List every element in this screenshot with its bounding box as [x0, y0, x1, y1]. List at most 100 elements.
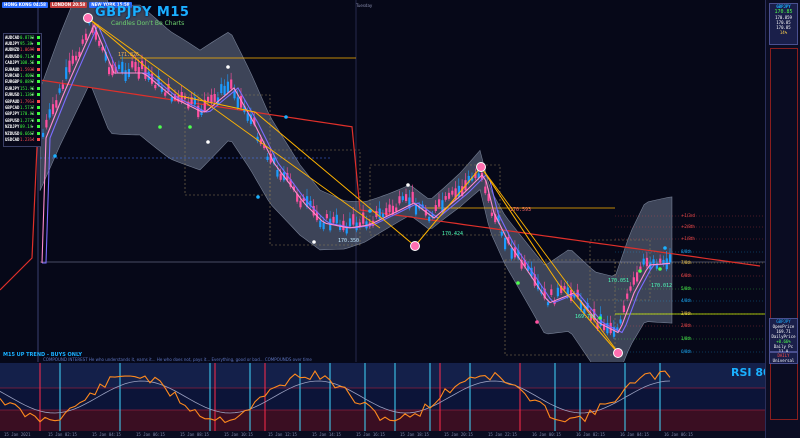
level-label: 5/8th [681, 286, 692, 291]
pair-row[interactable]: AUDNZD 1.0699- [4, 47, 41, 53]
candle [636, 272, 639, 282]
pair-row[interactable]: CADJPY 108.55 + [4, 60, 41, 66]
level-label: 2/8th [681, 323, 692, 328]
signal-dot [516, 281, 520, 285]
pair-status-icon [37, 93, 40, 97]
time-axis-label: 15 Jan 14:15 [312, 432, 341, 437]
level-label: 0/8th [681, 349, 692, 354]
candle [352, 214, 355, 225]
pair-name: GBPJPY [5, 111, 20, 117]
compound-quote: COMPOUND INTEREST He who understands it,… [43, 357, 312, 362]
candle [213, 94, 216, 102]
candle [385, 208, 388, 216]
pair-row[interactable]: EURGBP 0.8897 + [4, 79, 41, 85]
price-info-box: GBPJPY 170.85 170.859 170.85 170.85 14% [769, 3, 798, 45]
candle [164, 92, 167, 96]
pair-row[interactable]: GBPUSD 1.2778 + [4, 117, 41, 123]
candle [226, 81, 229, 93]
candle [58, 88, 61, 93]
pair-row[interactable]: EURAUD 1.5938- [4, 66, 41, 72]
pair-row[interactable]: EURJPY 151.96 + [4, 85, 41, 91]
candle [45, 119, 48, 128]
daily-info-box: GBPJPY OpenPrice 169.71 DailyPrice +0.66… [769, 318, 798, 354]
pair-value: 0.8783 [20, 34, 35, 40]
pair-row[interactable]: GBPAUD 1.7913- [4, 98, 41, 104]
candle [48, 109, 51, 118]
candle [622, 305, 625, 313]
price-box-spread: 14% [779, 30, 788, 35]
pair-value: 0.8897 [20, 79, 35, 85]
time-axis-label: 15 Jan 16:15 [356, 432, 385, 437]
price-scale-panel[interactable]: GBPJPY 170.85 170.859 170.85 170.85 14% … [765, 0, 800, 438]
candle [61, 84, 64, 89]
pair-row[interactable]: NZDUSD 0.6667 + [4, 130, 41, 136]
pair-value: 1.1369 [20, 92, 35, 98]
pair-status-icon [37, 42, 40, 46]
price-chart[interactable] [0, 0, 765, 362]
pair-row[interactable]: EURCAD 1.4001 + [4, 72, 41, 78]
candle [210, 94, 213, 104]
pair-row[interactable]: AUDJPY 95.38 + [4, 40, 41, 46]
pair-change: + [31, 85, 34, 91]
candle [434, 205, 437, 211]
pair-name: NZDJPY [5, 124, 20, 130]
pair-change: + [31, 60, 34, 66]
rsi-middle-zone [0, 388, 765, 410]
price-tag: 170.350 [338, 238, 360, 244]
pair-change: + [31, 111, 34, 117]
pair-row[interactable]: GBPJPY 170.81 + [4, 111, 41, 117]
candle [484, 186, 487, 194]
pair-change: + [31, 104, 34, 110]
rsi-indicator-panel[interactable] [0, 363, 765, 431]
pair-change: + [31, 53, 34, 59]
candle [556, 287, 559, 297]
candle [322, 222, 325, 230]
pair-row[interactable]: USDCAD 1.2314- [4, 136, 41, 142]
pair-value: 95.38 [20, 41, 33, 47]
pair-change: + [31, 73, 34, 79]
chart-canvas[interactable] [0, 0, 765, 362]
pair-row[interactable]: AUDCAD 0.8783 + [4, 34, 41, 40]
level-label: 4/8th [681, 298, 692, 303]
signal-dot [53, 154, 57, 158]
pair-change: - [31, 47, 34, 53]
pair-value: 1.5938 [20, 66, 35, 72]
pair-value: 1.0699 [20, 47, 35, 53]
price-tag: 170.051 [608, 278, 630, 284]
candle [98, 40, 101, 46]
candle [362, 212, 365, 224]
pair-change: - [31, 136, 34, 142]
chart-symbol-title: GBPJPY M15 [95, 5, 190, 20]
pair-change: + [31, 124, 34, 130]
pair-name: AUDJPY [5, 41, 20, 47]
candle [451, 190, 454, 195]
pair-name: EURUSD [5, 92, 20, 98]
candle [411, 191, 414, 203]
candle [108, 67, 111, 75]
pair-name: NZDUSD [5, 130, 20, 136]
pair-value: 170.81 [20, 111, 35, 117]
price-tag: 169.791 [575, 314, 597, 320]
pair-row[interactable]: EURUSD 1.1369 + [4, 92, 41, 98]
signal-dot [312, 240, 316, 244]
candle [42, 132, 45, 137]
pair-status-icon [37, 105, 40, 109]
signal-dot [368, 209, 372, 213]
candle [81, 39, 84, 44]
time-axis-label: 15 Jan 2021 [4, 432, 31, 437]
level-label: +1/8th [681, 236, 695, 241]
pair-name: GBPAUD [5, 98, 20, 104]
signal-dot [158, 125, 162, 129]
signal-dot [206, 140, 210, 144]
pair-row[interactable]: NZDJPY 89.14 + [4, 123, 41, 129]
session-hongkong: HONG KONG 04:58 [2, 2, 48, 8]
time-axis-label: 16 Jan 00:15 [532, 432, 561, 437]
pair-status-icon [37, 35, 40, 39]
pair-row[interactable]: GBPCAD 1.5737 + [4, 104, 41, 110]
pair-name: EURGBP [5, 79, 20, 85]
pair-row[interactable]: AUDUSD 0.7134 + [4, 53, 41, 59]
candle [457, 185, 460, 197]
time-axis-label: 15 Jan 08:15 [180, 432, 209, 437]
signal-dot [658, 267, 662, 271]
pivot-marker [613, 348, 623, 358]
